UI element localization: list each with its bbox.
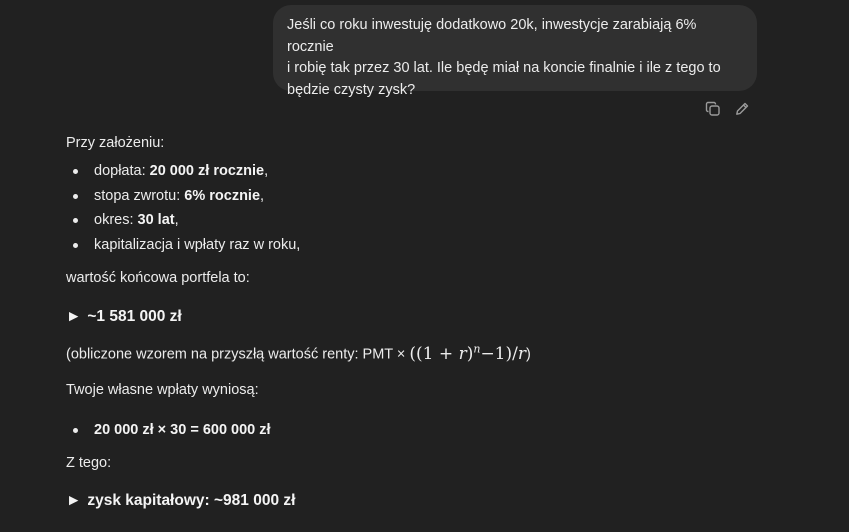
result-capital-gain: ► zysk kapitałowy: ~981 000 zł	[66, 491, 295, 511]
user-message-bubble: Jeśli co roku inwestuję dodatkowo 20k, i…	[273, 5, 757, 98]
list-item: 20 000 zł × 30 = 600 000 zł	[66, 418, 271, 443]
annuity-formula: ((1 + r)n−1)/r	[409, 342, 526, 364]
list-item: kapitalizacja i wpłaty raz w roku,	[66, 233, 300, 258]
bullet-bold: 30 lat	[137, 212, 175, 228]
result-value: zysk kapitałowy: ~981 000 zł	[87, 492, 296, 509]
list-item: okres: 30 lat,	[66, 208, 300, 233]
ztego-text: Z tego:	[66, 455, 112, 471]
arrow-icon: ►	[66, 492, 82, 509]
user-message-line: Jeśli co roku inwestuję dodatkowo 20k, i…	[287, 17, 697, 55]
bullet-bold: 6% rocznie	[184, 187, 261, 204]
formula-text: (obliczone wzorem na przyszłą wartość re…	[66, 339, 531, 365]
list-item: stopa zwrotu: 6% rocznie,	[66, 184, 300, 209]
final-value-text: wartość końcowa portfela to:	[66, 270, 250, 286]
list-item: dopłata: 20 000 zł rocznie,	[66, 159, 300, 184]
user-message-line: będzie czysty zysk?	[287, 81, 416, 98]
bullet-suffix: ,	[260, 187, 265, 204]
formula-prefix: (obliczone wzorem na przyszłą wartość re…	[66, 346, 410, 363]
bullet-bold: 20 000 zł rocznie	[149, 163, 265, 179]
bullet-prefix: stopa zwrotu:	[94, 187, 185, 204]
arrow-icon: ►	[66, 308, 82, 325]
intro-text: Przy założeniu:	[66, 135, 165, 151]
formula-suffix: )	[526, 346, 531, 363]
bullet-suffix: ,	[264, 163, 269, 179]
user-message-line: i robię tak przez 30 lat. Ile będę miał …	[287, 60, 721, 76]
message-actions	[704, 100, 750, 117]
assumptions-list: dopłata: 20 000 zł rocznie, stopa zwrotu…	[66, 159, 300, 257]
result-value: ~1 581 000 zł	[87, 308, 182, 325]
own-payments-list: 20 000 zł × 30 = 600 000 zł	[66, 418, 271, 443]
own-payments-calc: 20 000 zł × 30 = 600 000 zł	[94, 422, 271, 438]
chat-page: Jeśli co roku inwestuję dodatkowo 20k, i…	[0, 0, 849, 532]
bullet-prefix: okres:	[94, 212, 138, 228]
result-final-value: ► ~1 581 000 zł	[66, 307, 182, 327]
pencil-icon[interactable]	[733, 100, 750, 117]
own-payments-text: Twoje własne wpłaty wyniosą:	[66, 382, 259, 398]
bullet-suffix: ,	[174, 212, 179, 228]
bullet-prefix: kapitalizacja i wpłaty raz w roku,	[94, 236, 301, 253]
copy-icon[interactable]	[704, 100, 721, 117]
bullet-prefix: dopłata:	[94, 163, 150, 179]
